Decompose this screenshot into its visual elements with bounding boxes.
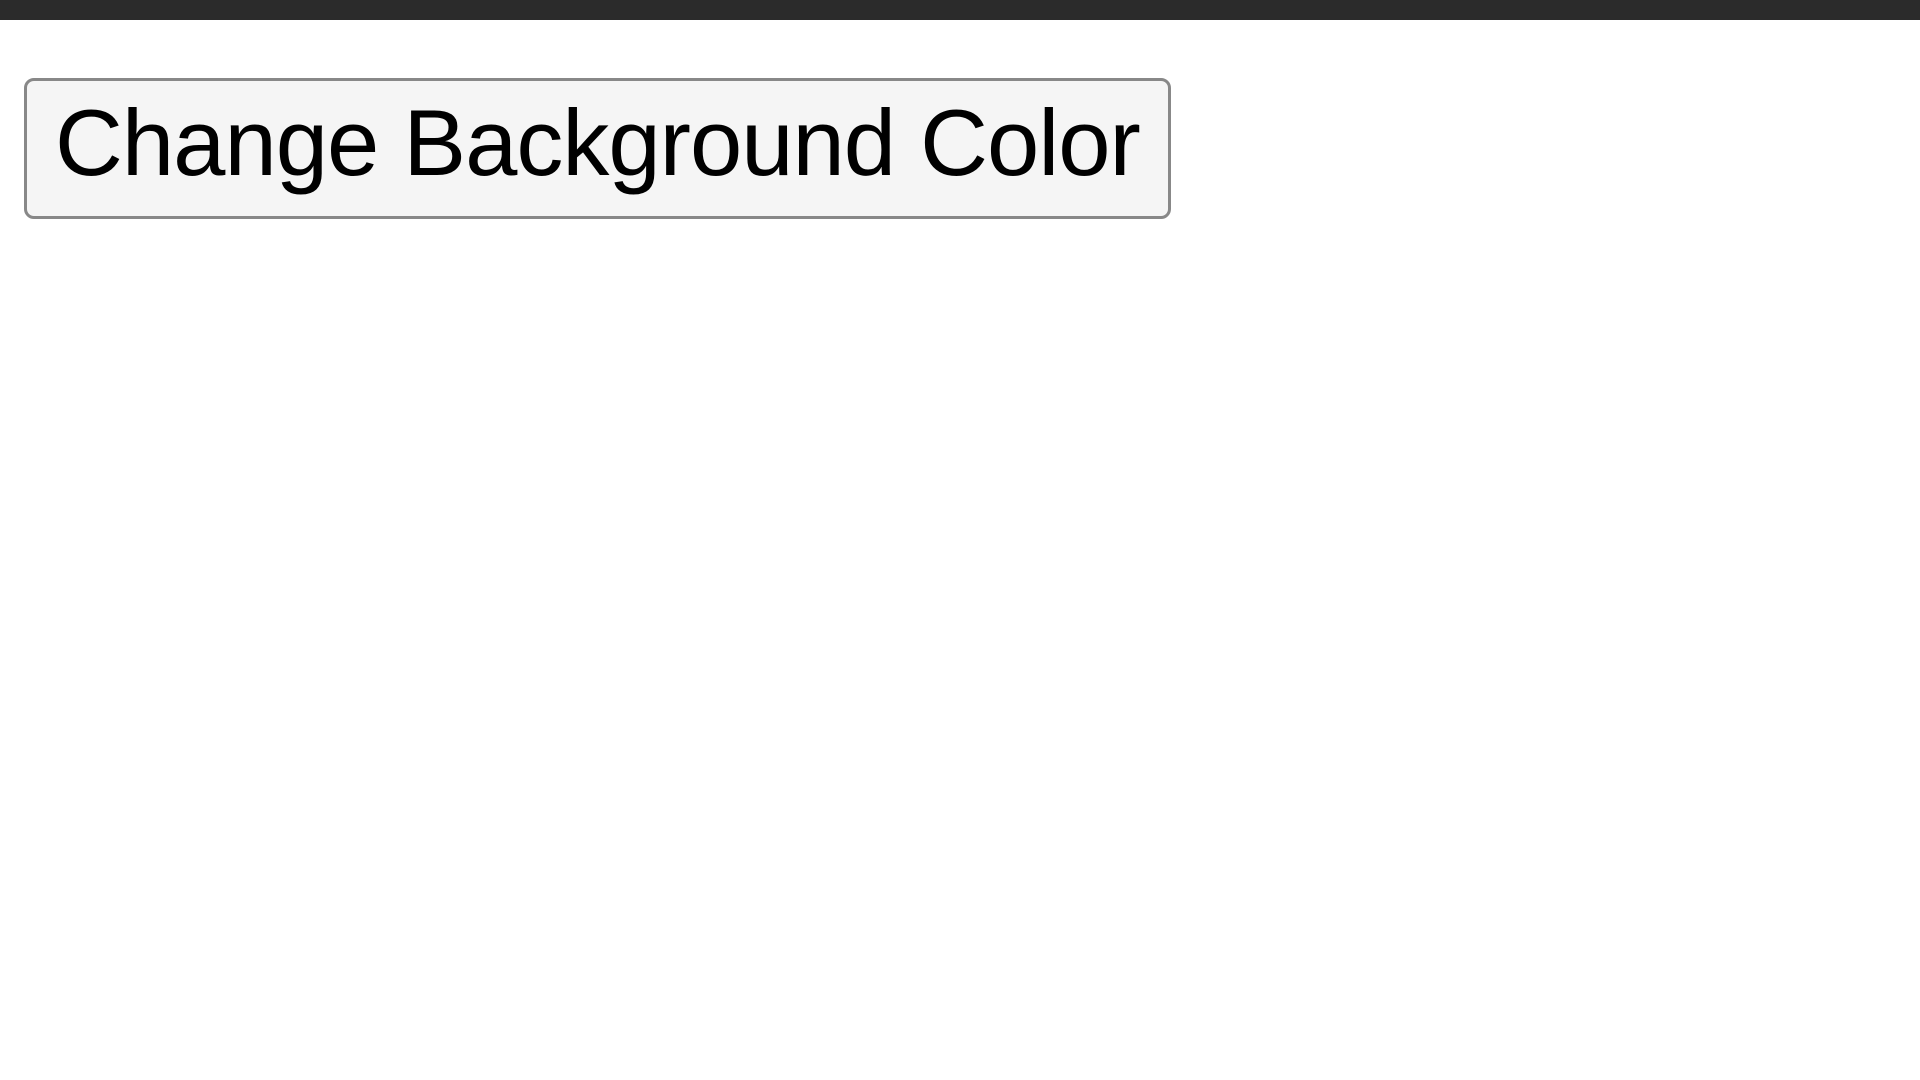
browser-chrome-bar [0,0,1920,20]
page-content: Change Background Color [0,20,1920,277]
change-background-color-button[interactable]: Change Background Color [24,78,1171,219]
